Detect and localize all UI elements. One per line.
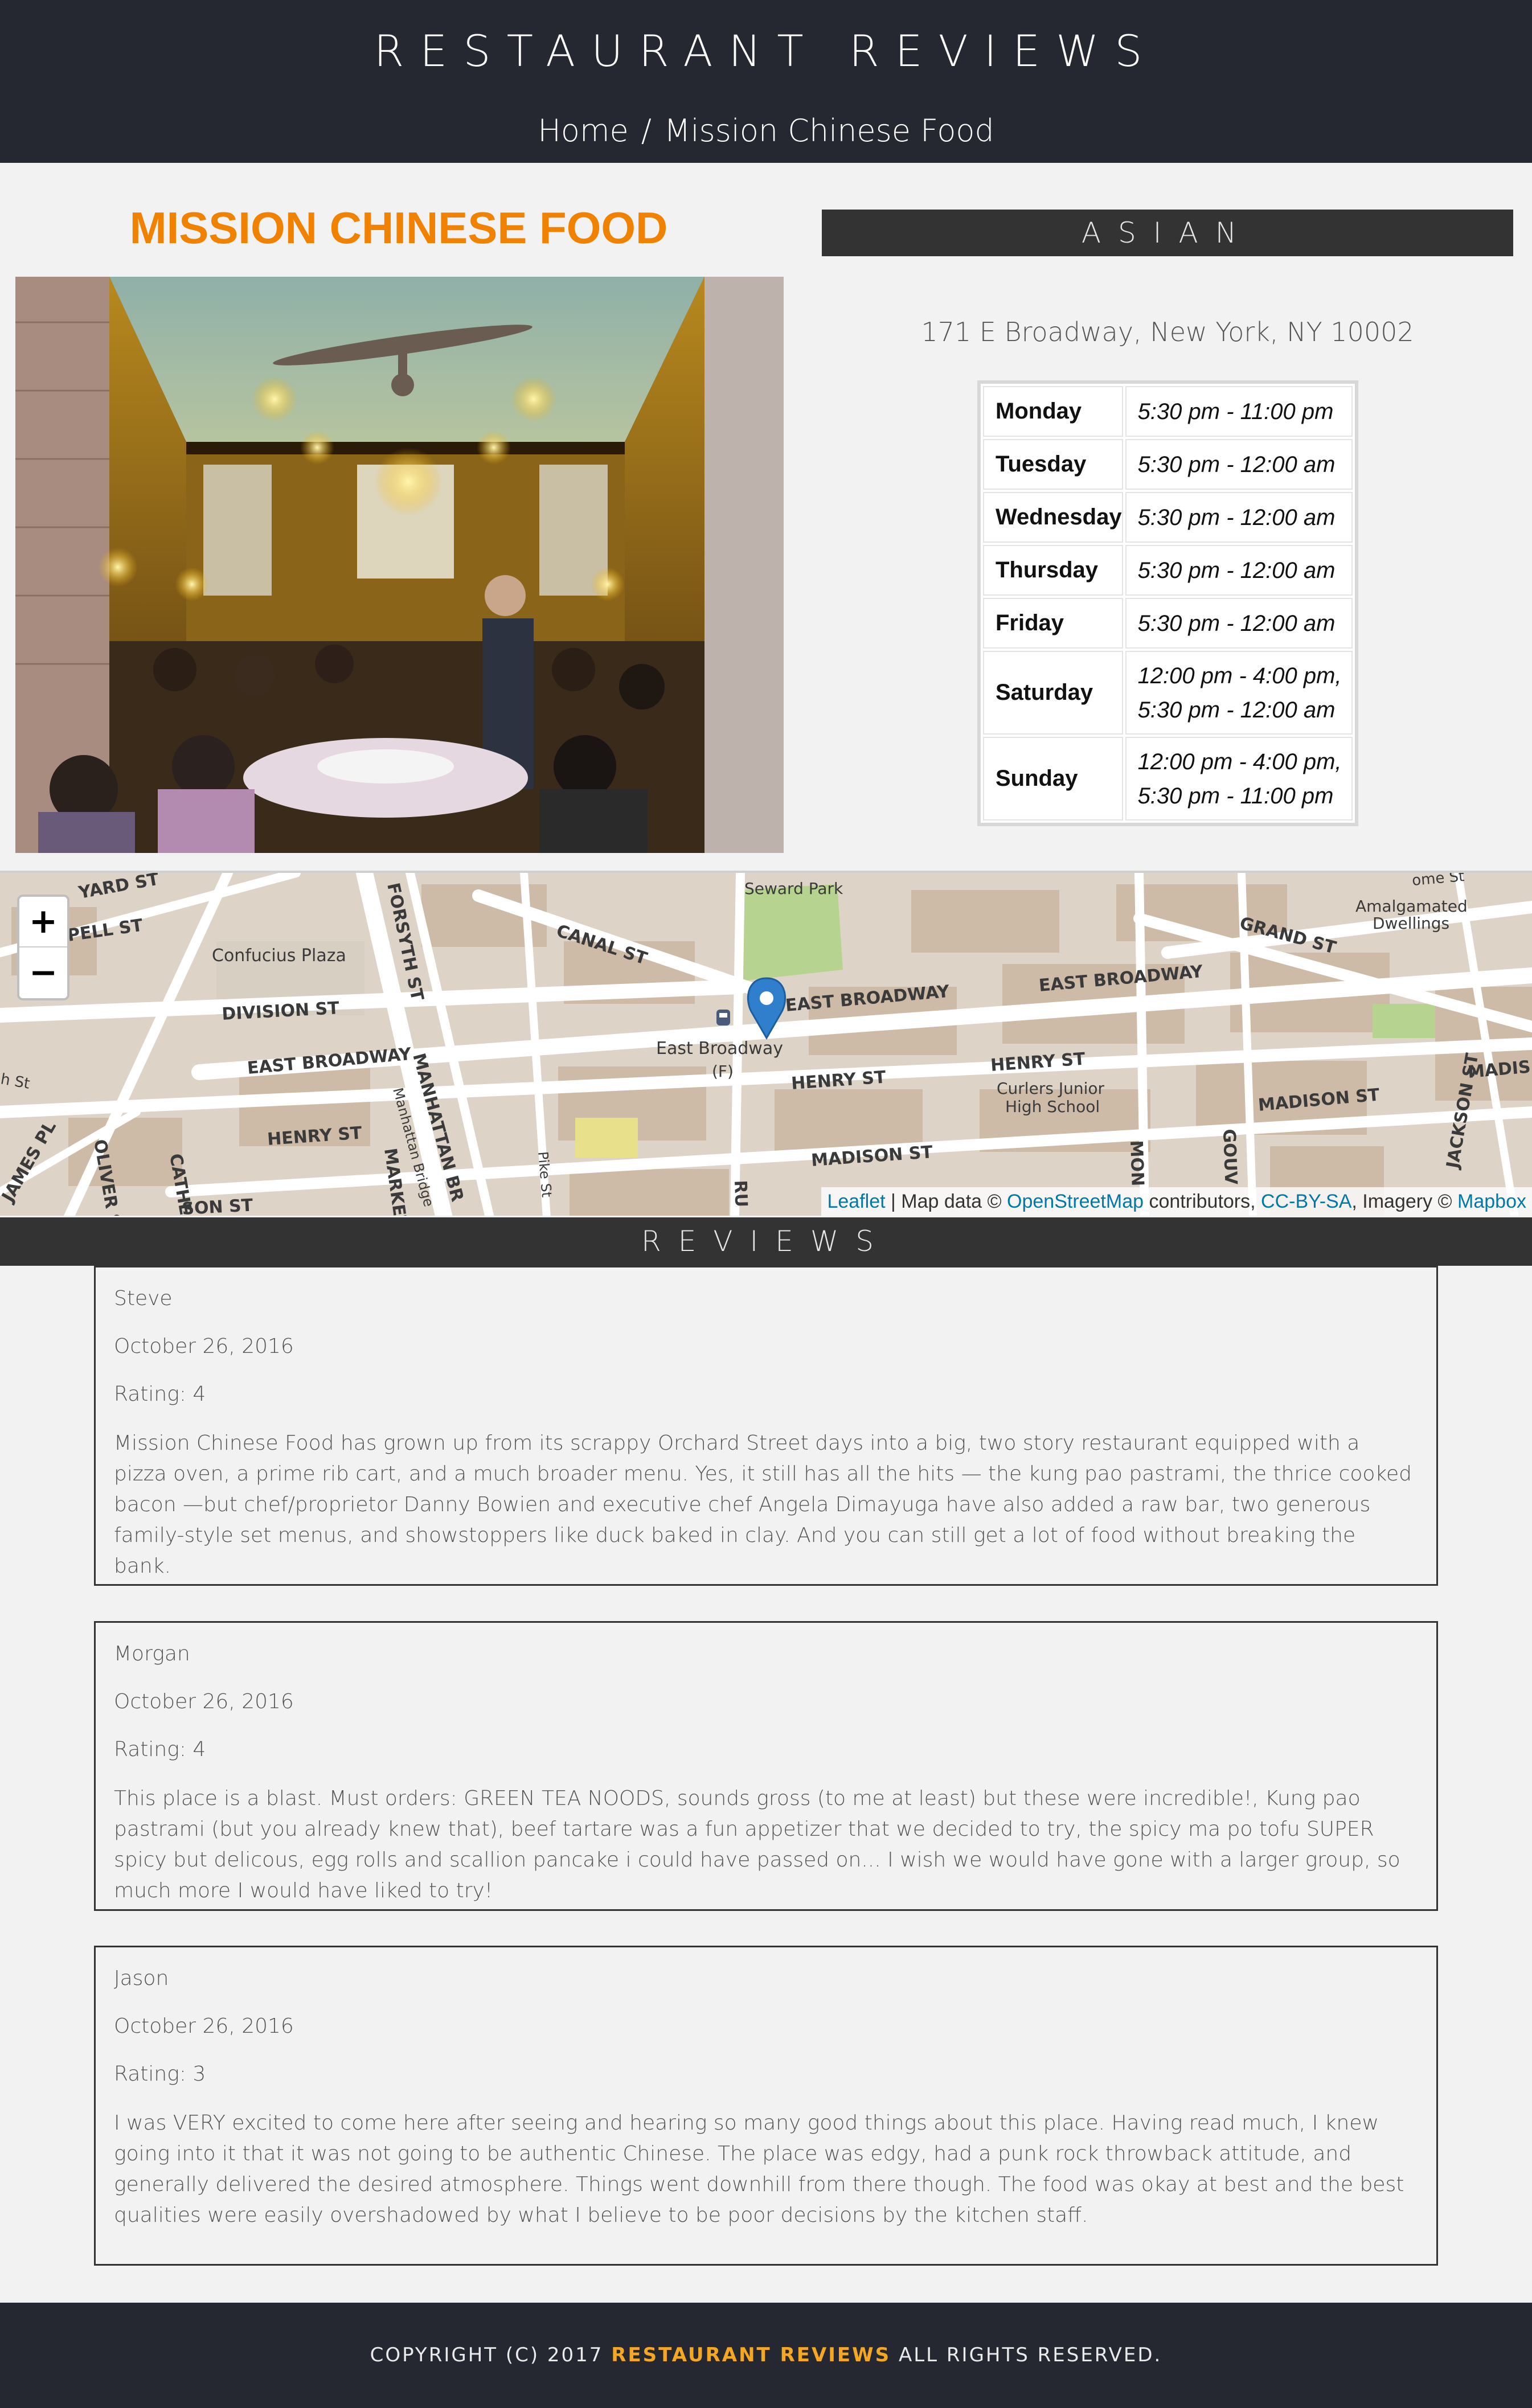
reviews-title: REVIEWS — [0, 1217, 1532, 1266]
map-label-seward-park: Seward Park — [744, 879, 843, 898]
review-date: October 26, 2016 — [114, 2015, 294, 2038]
hours-day: Wednesday — [983, 492, 1123, 543]
review-rating: Rating: 4 — [114, 1383, 206, 1406]
breadcrumb-home-link[interactable]: Home — [538, 113, 628, 149]
hours-time: 5:30 pm - 11:00 pm — [1125, 386, 1353, 437]
hours-row: Sunday 12:00 pm - 4:00 pm, 5:30 pm - 11:… — [983, 737, 1353, 821]
review-comments: Mission Chinese Food has grown up from i… — [114, 1431, 1412, 1578]
hours-row: Saturday 12:00 pm - 4:00 pm, 5:30 pm - 1… — [983, 651, 1353, 735]
hours-row: Friday 5:30 pm - 12:00 am — [983, 598, 1353, 649]
attribution-text: contributors, — [1144, 1191, 1261, 1212]
hours-time: 12:00 pm - 4:00 pm, 5:30 pm - 12:00 am — [1125, 651, 1353, 735]
hours-day: Saturday — [983, 651, 1123, 735]
review-rating: Rating: 4 — [114, 1738, 206, 1761]
breadcrumb-current: Mission Chinese Food — [663, 113, 994, 149]
map-label-curlers-2: High School — [1005, 1097, 1100, 1116]
map-zoom-control: + − — [17, 895, 69, 1000]
breadcrumb: Home / Mission Chinese Food — [0, 108, 1532, 154]
restaurant-photo-illustration — [15, 277, 784, 853]
review-comments: I was VERY excited to come here after se… — [114, 2111, 1404, 2227]
cc-by-sa-link[interactable]: CC-BY-SA — [1261, 1191, 1351, 1212]
site-header: RESTAURANT REVIEWS Home / Mission Chinese … — [0, 0, 1532, 163]
attribution-text: , Imagery © — [1351, 1191, 1458, 1212]
map-attribution: Leaflet | Map data © OpenStreetMap contr… — [821, 1187, 1532, 1216]
hours-time: 12:00 pm - 4:00 pm, 5:30 pm - 11:00 pm — [1125, 737, 1353, 821]
restaurant-map[interactable]: Seward Park Amalgamated Dwellings Confuc… — [0, 871, 1532, 1216]
zoom-in-button[interactable]: + — [19, 897, 67, 947]
openstreetmap-link[interactable]: OpenStreetMap — [1007, 1191, 1144, 1212]
restaurant-name: MISSION CHINESE FOOD — [129, 203, 668, 253]
breadcrumb-separator: / — [641, 113, 652, 149]
restaurant-address: 171 E Broadway, New York, NY 10002 — [921, 317, 1414, 347]
review-author: Morgan — [114, 1642, 190, 1666]
map-label-mon: MON — [1126, 1140, 1148, 1187]
map-label-amalgamated: Amalgamated — [1355, 897, 1468, 916]
footer-copyright: COPYRIGHT (C) 2017 — [370, 2344, 612, 2366]
hours-day: Monday — [983, 386, 1123, 437]
map-label-station: East Broadway — [656, 1039, 783, 1059]
site-title[interactable]: RESTAURANT REVIEWS — [0, 23, 1532, 80]
footer-rights: ALL RIGHTS RESERVED. — [891, 2344, 1162, 2366]
attribution-text: | Map data © — [885, 1191, 1007, 1212]
site-footer: COPYRIGHT (C) 2017 RESTAURANT REVIEWS AL… — [0, 2303, 1532, 2408]
hours-table: Monday 5:30 pm - 11:00 pm Tuesday 5:30 p… — [977, 380, 1358, 826]
restaurant-photo — [15, 277, 784, 853]
hours-time: 5:30 pm - 12:00 am — [1125, 598, 1353, 649]
review-date: October 26, 2016 — [114, 1690, 294, 1713]
map-label-son-st: SON ST — [182, 1195, 254, 1216]
map-label-curlers-1: Curlers Junior — [997, 1079, 1104, 1098]
cuisine-label: ASIAN — [822, 210, 1513, 256]
map-label-gouv: GOUV — [1219, 1129, 1240, 1185]
hours-time: 5:30 pm - 12:00 am — [1125, 492, 1353, 543]
hours-row: Monday 5:30 pm - 11:00 pm — [983, 386, 1353, 437]
review-author: Jason — [114, 1967, 169, 1990]
hours-time: 5:30 pm - 12:00 am — [1125, 545, 1353, 596]
review-author: Steve — [114, 1287, 173, 1310]
hours-day: Sunday — [983, 737, 1123, 821]
review-comments: This place is a blast. Must orders: GREE… — [114, 1787, 1400, 1902]
map-label-confucius-plaza: Confucius Plaza — [212, 946, 346, 966]
mapbox-link[interactable]: Mapbox — [1457, 1191, 1526, 1212]
hours-row: Wednesday 5:30 pm - 12:00 am — [983, 492, 1353, 543]
hours-row: Thursday 5:30 pm - 12:00 am — [983, 545, 1353, 596]
map-label-rut: RU — [730, 1180, 751, 1208]
hours-day: Friday — [983, 598, 1123, 649]
map-label-station-line: (F) — [712, 1062, 734, 1081]
footer-brand-link[interactable]: RESTAURANT REVIEWS — [611, 2344, 891, 2366]
hours-row: Tuesday 5:30 pm - 12:00 am — [983, 439, 1353, 490]
leaflet-link[interactable]: Leaflet — [827, 1191, 885, 1212]
map-tiles[interactable]: Seward Park Amalgamated Dwellings Confuc… — [0, 873, 1532, 1216]
review-card: Morgan October 26, 2016 Rating: 4 This p… — [94, 1621, 1438, 1911]
review-date: October 26, 2016 — [114, 1335, 294, 1358]
map-label-dwellings: Dwellings — [1373, 914, 1449, 933]
review-card: Steve October 26, 2016 Rating: 4 Mission… — [94, 1266, 1438, 1586]
hours-day: Tuesday — [983, 439, 1123, 490]
review-card: Jason October 26, 2016 Rating: 3 I was V… — [94, 1946, 1438, 2266]
review-rating: Rating: 3 — [114, 2062, 206, 2086]
subway-station-icon — [716, 1010, 730, 1025]
hours-day: Thursday — [983, 545, 1123, 596]
zoom-out-button[interactable]: − — [19, 948, 67, 999]
hours-time: 5:30 pm - 12:00 am — [1125, 439, 1353, 490]
